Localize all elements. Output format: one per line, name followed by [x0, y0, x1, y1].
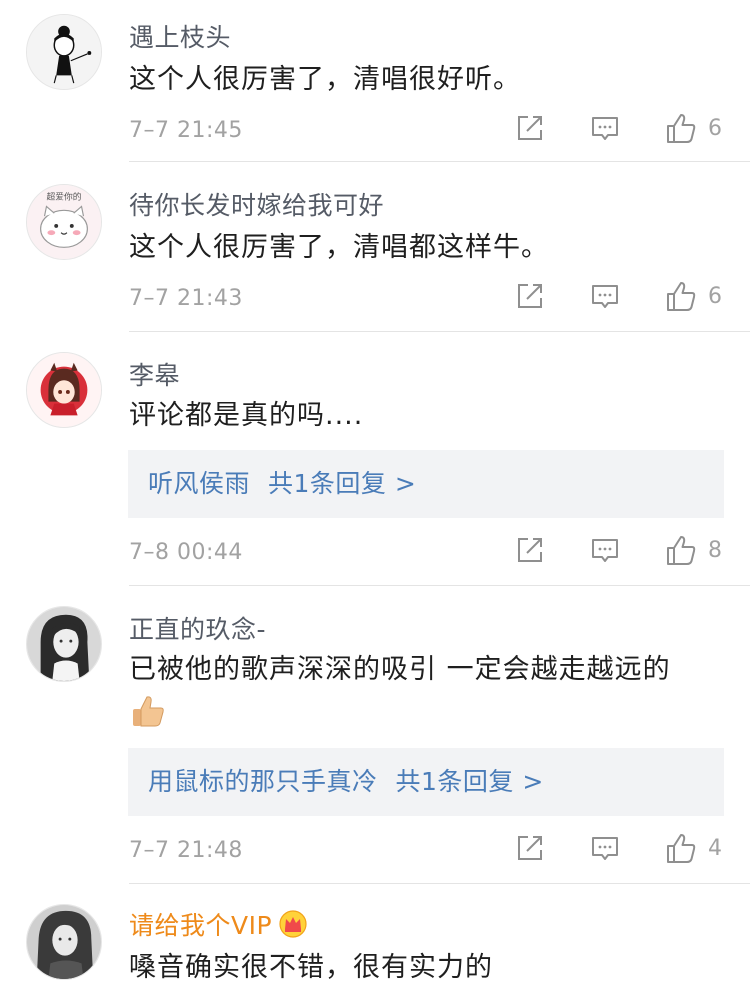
share-icon: [518, 836, 542, 860]
reply-preview[interactable]: 用鼠标的那只手真冷 共1条回复 >: [128, 748, 724, 816]
like-count: 6: [708, 116, 722, 141]
portrait-photo-bw-2-icon: [27, 905, 101, 979]
share-button[interactable]: [514, 112, 546, 152]
anime-girl-red-icon: [27, 353, 101, 427]
avatar[interactable]: [26, 904, 102, 980]
share-button[interactable]: [514, 280, 546, 320]
reply-username[interactable]: 听风侯雨: [148, 469, 250, 498]
comment-icon: [592, 539, 618, 562]
comment-text-line: 已被他的歌声深深的吸引 一定会越走越远的: [129, 654, 671, 685]
timestamp: 7–8 00:44: [129, 540, 243, 565]
avatar-text: 超爱你的: [47, 191, 82, 203]
reply-button[interactable]: [589, 112, 621, 152]
username[interactable]: 待你长发时嫁给我可好: [129, 186, 384, 222]
timestamp: 7–7 21:48: [129, 838, 243, 863]
comment-item: 遇上枝头 这个人很厉害了，清唱很好听。 7–7 21:45 6: [0, 0, 750, 162]
avatar[interactable]: [26, 352, 102, 428]
avatar[interactable]: 超爱你的: [26, 184, 102, 260]
comment-icon: [592, 837, 618, 860]
comment-item: 李皋 评论都是真的吗.... 听风侯雨 共1条回复 > 7–8 00:44 8: [0, 332, 750, 586]
share-icon: [518, 116, 542, 140]
reply-button[interactable]: [589, 280, 621, 320]
comment-icon: [592, 117, 618, 140]
thumbs-up-icon: [667, 282, 696, 311]
like-button[interactable]: 4: [664, 832, 724, 872]
thumbs-up-icon: [667, 834, 696, 863]
girl-hair-bun-sketch-icon: [27, 15, 101, 89]
crown-icon: [279, 910, 307, 938]
comment-feed: 遇上枝头 这个人很厉害了，清唱很好听。 7–7 21:45 6 超爱你的 待你长…: [0, 0, 750, 1003]
timestamp: 7–7 21:43: [129, 286, 243, 311]
username[interactable]: 请给我个VIP: [129, 906, 308, 942]
thumbs-up-icon: [667, 536, 696, 565]
reply-button[interactable]: [589, 534, 621, 574]
share-icon: [518, 284, 542, 308]
comment-item: 请给我个VIP 嗓音确实很不错，很有实力的: [0, 884, 750, 1003]
vip-username[interactable]: 请给我个VIP: [129, 911, 272, 940]
comment-meta: 7–7 21:48 4: [129, 832, 726, 872]
comment-text: 嗓音确实很不错，很有实力的: [129, 952, 493, 983]
reply-count[interactable]: 共1条回复 >: [268, 469, 416, 498]
share-icon: [518, 538, 542, 562]
like-count: 6: [708, 284, 722, 309]
thumbs-up-emoji-icon: [133, 696, 164, 727]
avatar[interactable]: [26, 14, 102, 90]
reply-username[interactable]: 用鼠标的那只手真冷: [148, 767, 378, 796]
like-button[interactable]: 6: [664, 280, 724, 320]
comment-item: 超爱你的 待你长发时嫁给我可好 这个人很厉害了，清唱都这样牛。 7–7 21:4…: [0, 162, 750, 332]
reply-preview[interactable]: 听风侯雨 共1条回复 >: [128, 450, 724, 518]
comment-meta: 7–7 21:43 6: [129, 280, 726, 320]
username[interactable]: 遇上枝头: [129, 18, 231, 54]
username[interactable]: 正直的玖念-: [129, 610, 266, 646]
timestamp: 7–7 21:45: [129, 118, 243, 143]
cartoon-cat-pink-icon: 超爱你的: [27, 185, 101, 259]
like-count: 4: [708, 836, 722, 861]
share-button[interactable]: [514, 534, 546, 574]
comment-meta: 7–7 21:45 6: [129, 112, 726, 152]
username[interactable]: 李皋: [129, 356, 180, 392]
like-button[interactable]: 8: [664, 534, 724, 574]
comment-meta: 7–8 00:44 8: [129, 534, 726, 574]
comment-icon: [592, 285, 618, 308]
share-button[interactable]: [514, 832, 546, 872]
thumbs-up-icon: [667, 114, 696, 143]
like-button[interactable]: 6: [664, 112, 724, 152]
reply-button[interactable]: [589, 832, 621, 872]
comment-text: 评论都是真的吗....: [129, 400, 364, 431]
avatar[interactable]: [26, 606, 102, 682]
comment-text: 这个人很厉害了，清唱都这样牛。: [129, 232, 549, 263]
comment-item: 正直的玖念- 已被他的歌声深深的吸引 一定会越走越远的 用鼠标的那只手真冷 共1条…: [0, 586, 750, 884]
like-count: 8: [708, 538, 722, 563]
comment-text: 这个人很厉害了，清唱很好听。: [129, 64, 521, 95]
portrait-photo-bw-icon: [27, 607, 101, 681]
reply-count[interactable]: 共1条回复 >: [396, 767, 544, 796]
comment-text: 已被他的歌声深深的吸引 一定会越走越远的: [129, 650, 726, 730]
